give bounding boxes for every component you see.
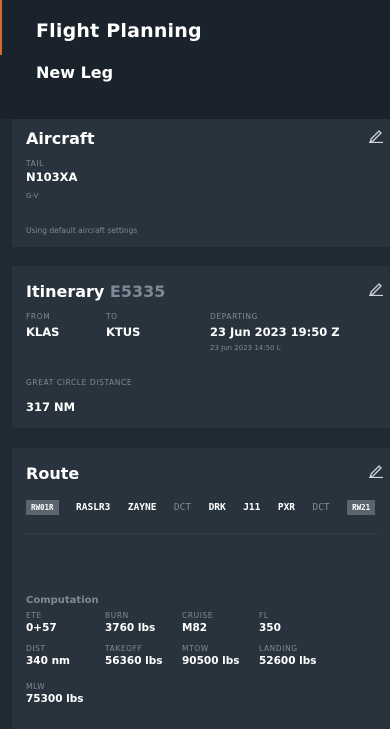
- route-segment: DRK: [208, 502, 226, 513]
- page-subtitle: New Leg: [36, 63, 114, 82]
- tail-label: TAIL: [26, 159, 44, 168]
- ete-value: 0+57: [26, 622, 57, 634]
- from-airport: KLAS: [26, 325, 60, 339]
- aircraft-title: Aircraft: [26, 129, 95, 148]
- route-divider: [26, 533, 378, 534]
- dist-label: DIST: [26, 644, 46, 653]
- page-title: Flight Planning: [36, 20, 202, 42]
- route-panel: Route RW01R RASLR3 ZAYNE DCT DRK J11 PXR…: [12, 448, 390, 729]
- route-segment: DCT: [312, 502, 330, 513]
- dist-value: 340 nm: [26, 655, 70, 667]
- mtow-value: 90500 lbs: [182, 655, 240, 667]
- departing-local: 23 Jun 2023 14:50 L: [210, 344, 281, 352]
- cruise-label: CRUISE: [182, 611, 214, 620]
- route-string: RW01R RASLR3 ZAYNE DCT DRK J11 PXR DCT R…: [26, 500, 376, 515]
- aircraft-panel: Aircraft TAIL N103XA G-V Using default a…: [12, 119, 390, 247]
- cruise-value: M82: [182, 622, 208, 634]
- itinerary-title: Itinerary: [26, 282, 105, 301]
- header-bar: Flight Planning New Leg: [0, 0, 390, 119]
- burn-label: BURN: [105, 611, 129, 620]
- departure-runway: RW01R: [26, 500, 59, 515]
- computation-title: Computation: [26, 595, 99, 606]
- mlw-label: MLW: [26, 682, 46, 691]
- edit-route-icon[interactable]: [368, 462, 384, 478]
- itinerary-panel: Itinerary E5335 FROM KLAS TO KTUS DEPART…: [12, 266, 390, 428]
- to-label: TO: [106, 312, 118, 321]
- edit-aircraft-icon[interactable]: [368, 127, 384, 143]
- edit-itinerary-icon[interactable]: [368, 280, 384, 296]
- fl-label: FL: [259, 611, 269, 620]
- route-segment: RASLR3: [76, 502, 111, 513]
- route-segment: ZAYNE: [127, 502, 157, 513]
- mlw-value: 75300 lbs: [26, 693, 84, 705]
- gcd-label: GREAT CIRCLE DISTANCE: [26, 378, 133, 387]
- aircraft-type: G-V: [26, 192, 39, 200]
- itinerary-title-row: Itinerary E5335: [26, 282, 165, 301]
- fl-value: 350: [259, 622, 281, 634]
- takeoff-value: 56360 lbs: [105, 655, 163, 667]
- burn-value: 3760 lbs: [105, 622, 156, 634]
- mtow-label: MTOW: [182, 644, 209, 653]
- gcd-value: 317 NM: [26, 400, 76, 414]
- tail-value: N103XA: [26, 170, 78, 184]
- route-segment: DCT: [173, 502, 192, 513]
- arrival-runway: RW21: [347, 500, 376, 515]
- aircraft-settings-note: Using default aircraft settings: [26, 226, 138, 235]
- ete-label: ETE: [26, 611, 42, 620]
- landing-label: LANDING: [259, 644, 298, 653]
- active-accent-bar: [0, 0, 2, 55]
- route-segment: J11: [243, 502, 261, 513]
- to-airport: KTUS: [106, 325, 141, 339]
- from-label: FROM: [26, 312, 51, 321]
- trip-code: E5335: [109, 282, 166, 301]
- departing-label: DEPARTING: [210, 312, 258, 321]
- departing-utc: 23 Jun 2023 19:50 Z: [210, 325, 340, 339]
- takeoff-label: TAKEOFF: [105, 644, 143, 653]
- landing-value: 52600 lbs: [259, 655, 317, 667]
- route-segment: PXR: [277, 502, 296, 513]
- route-title: Route: [26, 464, 80, 483]
